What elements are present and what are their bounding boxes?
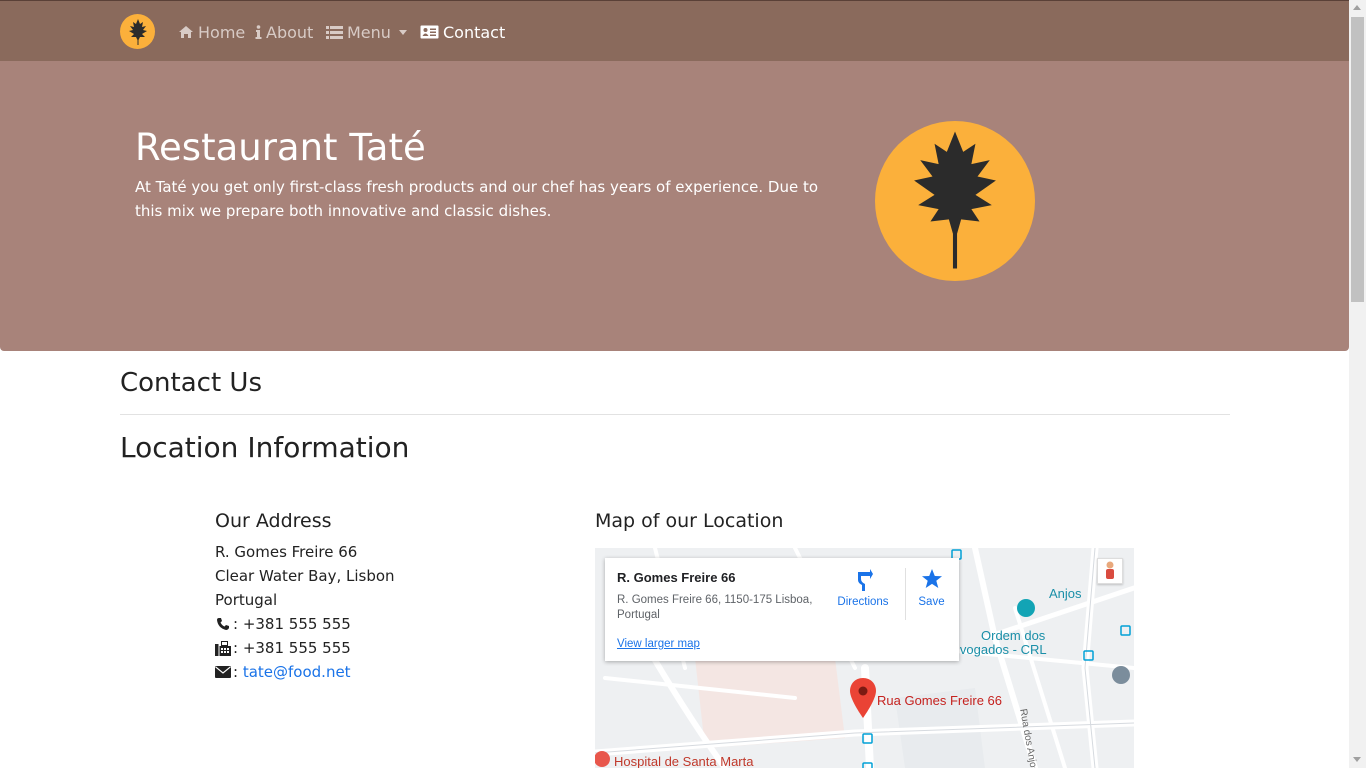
home-icon bbox=[178, 25, 194, 39]
hero-logo bbox=[875, 121, 1035, 281]
scroll-up-arrow-icon[interactable] bbox=[1353, 5, 1361, 10]
map-info-card: R. Gomes Freire 66 R. Gomes Freire 66, 1… bbox=[605, 558, 959, 661]
embedded-map[interactable]: Anjos Ordem dos lvogados - CRL Hospital … bbox=[595, 548, 1134, 768]
fax-icon bbox=[215, 640, 231, 656]
view-larger-map-link[interactable]: View larger map bbox=[617, 638, 700, 650]
address-line-1: R. Gomes Freire 66 bbox=[215, 543, 358, 561]
brand-logo[interactable] bbox=[120, 14, 155, 49]
address-line-2: Clear Water Bay, Lisbon bbox=[215, 567, 395, 585]
street-view-button[interactable] bbox=[1097, 558, 1123, 584]
email-prefix: : bbox=[233, 663, 239, 681]
directions-icon bbox=[827, 568, 899, 592]
scroll-down-arrow-icon[interactable] bbox=[1353, 757, 1361, 762]
directions-button[interactable]: Directions bbox=[827, 568, 899, 608]
map-label-anjos: Anjos bbox=[1049, 586, 1082, 601]
nav-contact[interactable]: Contact bbox=[420, 21, 505, 43]
leaf-icon bbox=[914, 131, 996, 269]
divider bbox=[120, 414, 1230, 415]
save-button[interactable]: Save bbox=[905, 568, 957, 620]
map-label-hospital: Hospital de Santa Marta bbox=[614, 754, 754, 768]
phone-icon bbox=[215, 616, 231, 632]
map-pin[interactable] bbox=[850, 678, 876, 722]
nav-menu[interactable]: Menu bbox=[326, 21, 407, 43]
scroll-thumb[interactable] bbox=[1351, 17, 1364, 302]
info-icon bbox=[255, 24, 262, 40]
nav-contact-label: Contact bbox=[443, 22, 506, 42]
nav-home[interactable]: Home bbox=[178, 21, 245, 43]
phone-text: : +381 555 555 bbox=[233, 615, 351, 633]
address-card-icon bbox=[420, 25, 439, 39]
nav-home-label: Home bbox=[198, 22, 246, 42]
save-label: Save bbox=[918, 596, 945, 608]
fax-line: : +381 555 555 bbox=[215, 636, 351, 660]
location-pin-icon bbox=[850, 678, 876, 718]
map-pin-label: Rua Gomes Freire 66 bbox=[877, 693, 1002, 708]
hero-banner: Restaurant Taté At Taté you get only fir… bbox=[0, 61, 1349, 351]
map-heading: Map of our Location bbox=[595, 510, 784, 532]
page-scrollbar[interactable] bbox=[1349, 0, 1366, 768]
phone-line: : +381 555 555 bbox=[215, 612, 351, 636]
navbar: Home About Menu Contact bbox=[0, 0, 1349, 61]
directions-label: Directions bbox=[837, 596, 889, 608]
address-heading: Our Address bbox=[215, 510, 332, 532]
location-heading: Location Information bbox=[120, 431, 410, 464]
star-icon bbox=[906, 568, 957, 592]
hero-description: At Taté you get only first-class fresh p… bbox=[135, 178, 819, 220]
map-label-ordem: Ordem dos bbox=[981, 628, 1046, 643]
map-card-title: R. Gomes Freire 66 bbox=[617, 570, 736, 585]
nav-about[interactable]: About bbox=[255, 21, 313, 43]
pegman-icon bbox=[1106, 561, 1114, 579]
email-line: : tate@food.net bbox=[215, 660, 351, 684]
envelope-icon bbox=[215, 664, 231, 680]
map-label-advogados: lvogados - CRL bbox=[957, 642, 1047, 657]
fax-text: : +381 555 555 bbox=[233, 639, 351, 657]
contact-heading: Contact Us bbox=[120, 368, 262, 398]
map-card-address: R. Gomes Freire 66, 1150-175 Lisboa, Por… bbox=[617, 594, 813, 621]
nav-about-label: About bbox=[266, 22, 314, 42]
leaf-icon bbox=[128, 18, 147, 45]
hero-title: Restaurant Taté bbox=[135, 126, 426, 169]
chevron-down-icon bbox=[398, 29, 407, 35]
email-link[interactable]: tate@food.net bbox=[243, 660, 351, 684]
list-icon bbox=[326, 25, 343, 39]
nav-menu-label: Menu bbox=[347, 22, 391, 42]
address-line-3: Portugal bbox=[215, 591, 278, 609]
